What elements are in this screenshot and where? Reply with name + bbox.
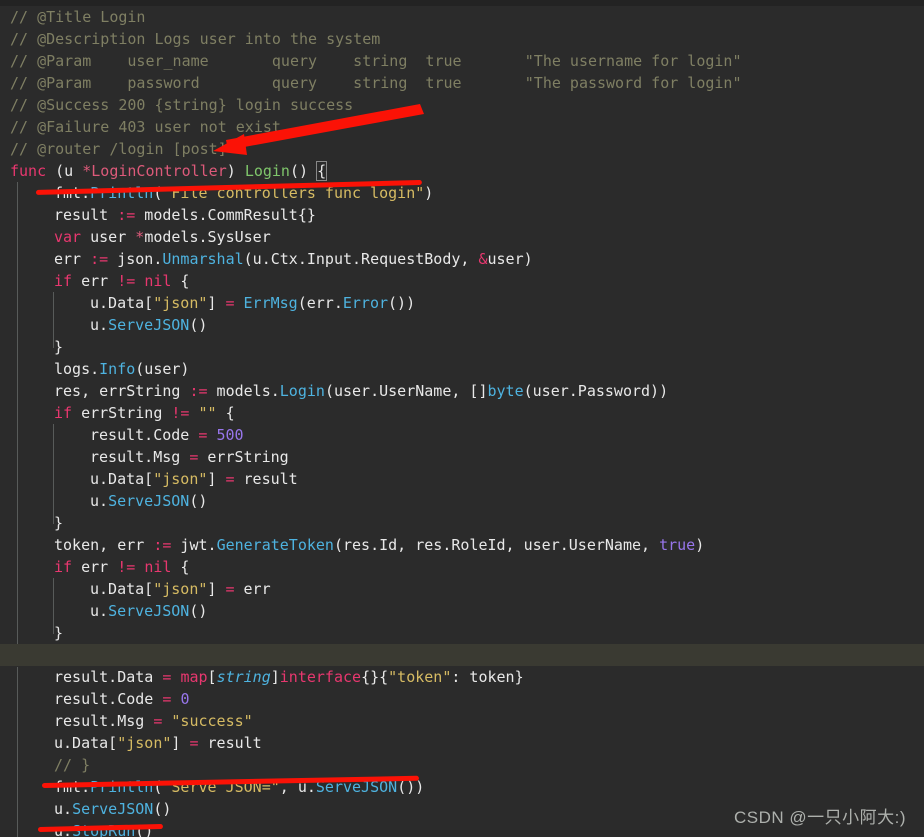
comment-param-username: // @Param user_name query string true "T… bbox=[10, 52, 742, 70]
code-line[interactable]: result.Msg = "success" bbox=[0, 710, 924, 732]
code-line[interactable]: u.Data["json"] = result bbox=[0, 732, 924, 754]
code-line[interactable]: u.Data["json"] = result bbox=[0, 468, 924, 490]
keyword-interface: interface bbox=[279, 668, 362, 686]
value-500: 500 bbox=[216, 426, 244, 444]
code-line[interactable]: if errString != "" { bbox=[0, 402, 924, 424]
code-line[interactable]: // @router /login [post] bbox=[0, 138, 924, 160]
code-line[interactable]: result := models.CommResult{} bbox=[0, 204, 924, 226]
code-line[interactable]: u.ServeJSON() bbox=[0, 314, 924, 336]
value-true: true bbox=[659, 536, 696, 554]
comment-success: // @Success 200 {string} login success bbox=[10, 96, 354, 114]
call-errmsg: ErrMsg bbox=[243, 294, 298, 312]
code-editor-screenshot: // @Title Login // @Description Logs use… bbox=[0, 0, 924, 837]
code-line[interactable]: result.Data = map[string]interface{}{"to… bbox=[0, 666, 924, 688]
matching-brace-highlight: { bbox=[316, 161, 328, 181]
comment-closing-brace: // } bbox=[54, 756, 91, 774]
code-line[interactable]: } bbox=[0, 512, 924, 534]
keyword-map: map bbox=[180, 668, 208, 686]
call-generatetoken: GenerateToken bbox=[216, 536, 334, 554]
code-line-fmt-println-file[interactable]: fmt.Println("File controllers func login… bbox=[0, 182, 924, 204]
code-line-commented-brace[interactable]: // } bbox=[0, 754, 924, 776]
keyword-func: func bbox=[10, 162, 47, 180]
code-line[interactable]: result.Code = 500 bbox=[0, 424, 924, 446]
function-name-login: Login bbox=[244, 162, 290, 180]
code-line[interactable]: u.Data["json"] = ErrMsg(err.Error()) bbox=[0, 292, 924, 314]
code-line[interactable]: var user *models.SysUser bbox=[0, 226, 924, 248]
code-line[interactable]: // @Description Logs user into the syste… bbox=[0, 28, 924, 50]
keyword-var: var bbox=[54, 228, 82, 246]
comment-failure: // @Failure 403 user not exist bbox=[10, 118, 281, 136]
code-line[interactable]: u.ServeJSON() bbox=[0, 490, 924, 512]
code-line[interactable]: if err != nil { bbox=[0, 270, 924, 292]
string-serve-json-label: "Serve JSON=" bbox=[162, 778, 280, 796]
value-0: 0 bbox=[180, 690, 190, 708]
type-string: string bbox=[216, 668, 271, 686]
string-token-key: "token" bbox=[388, 668, 452, 686]
keyword-if: if bbox=[54, 272, 73, 290]
code-line[interactable]: u.ServeJSON() bbox=[0, 600, 924, 622]
code-line[interactable]: // @Success 200 {string} login success bbox=[0, 94, 924, 116]
code-line[interactable]: token, err := jwt.GenerateToken(res.Id, … bbox=[0, 534, 924, 556]
code-line[interactable]: // @Title Login bbox=[0, 6, 924, 28]
code-line[interactable]: } bbox=[0, 622, 924, 644]
comment-description: // @Description Logs user into the syste… bbox=[10, 30, 381, 48]
call-models-login: Login bbox=[279, 382, 325, 400]
code-line[interactable]: result.Code = 0 bbox=[0, 688, 924, 710]
string-file-controllers-func-login: "File controllers func login" bbox=[162, 184, 425, 202]
current-line-highlight[interactable] bbox=[0, 644, 924, 666]
call-println: Println bbox=[90, 184, 154, 202]
comment-title: // @Title Login bbox=[10, 8, 146, 26]
code-line-fmt-println-serve-json[interactable]: fmt.Println("Serve JSON=", u.ServeJSON()… bbox=[0, 776, 924, 798]
code-line-func-declaration[interactable]: func (u *LoginController) Login() { bbox=[0, 160, 924, 182]
code-line[interactable]: logs.Info(user) bbox=[0, 358, 924, 380]
code-line[interactable]: u.Data["json"] = err bbox=[0, 578, 924, 600]
code-line[interactable]: // @Param user_name query string true "T… bbox=[0, 50, 924, 72]
code-line[interactable]: res, errString := models.Login(user.User… bbox=[0, 380, 924, 402]
code-line[interactable]: if err != nil { bbox=[0, 556, 924, 578]
code-line[interactable]: } bbox=[0, 336, 924, 358]
comment-router: // @router /login [post] bbox=[10, 140, 227, 158]
code-editor-area[interactable]: // @Title Login // @Description Logs use… bbox=[0, 6, 924, 837]
string-success: "success" bbox=[171, 712, 253, 730]
call-info: Info bbox=[99, 360, 136, 378]
code-line[interactable]: err := json.Unmarshal(u.Ctx.Input.Reques… bbox=[0, 248, 924, 270]
call-servejson: ServeJSON bbox=[108, 316, 190, 334]
receiver-type: *LoginController bbox=[82, 162, 227, 180]
code-line[interactable]: result.Msg = errString bbox=[0, 446, 924, 468]
call-stoprun: StopRun bbox=[72, 822, 136, 837]
call-unmarshal: Unmarshal bbox=[162, 250, 244, 268]
csdn-watermark: CSDN @一只小阿大:) bbox=[733, 808, 906, 827]
code-line[interactable]: // @Failure 403 user not exist bbox=[0, 116, 924, 138]
comment-param-password: // @Param password query string true "Th… bbox=[10, 74, 742, 92]
code-line[interactable]: // @Param password query string true "Th… bbox=[0, 72, 924, 94]
